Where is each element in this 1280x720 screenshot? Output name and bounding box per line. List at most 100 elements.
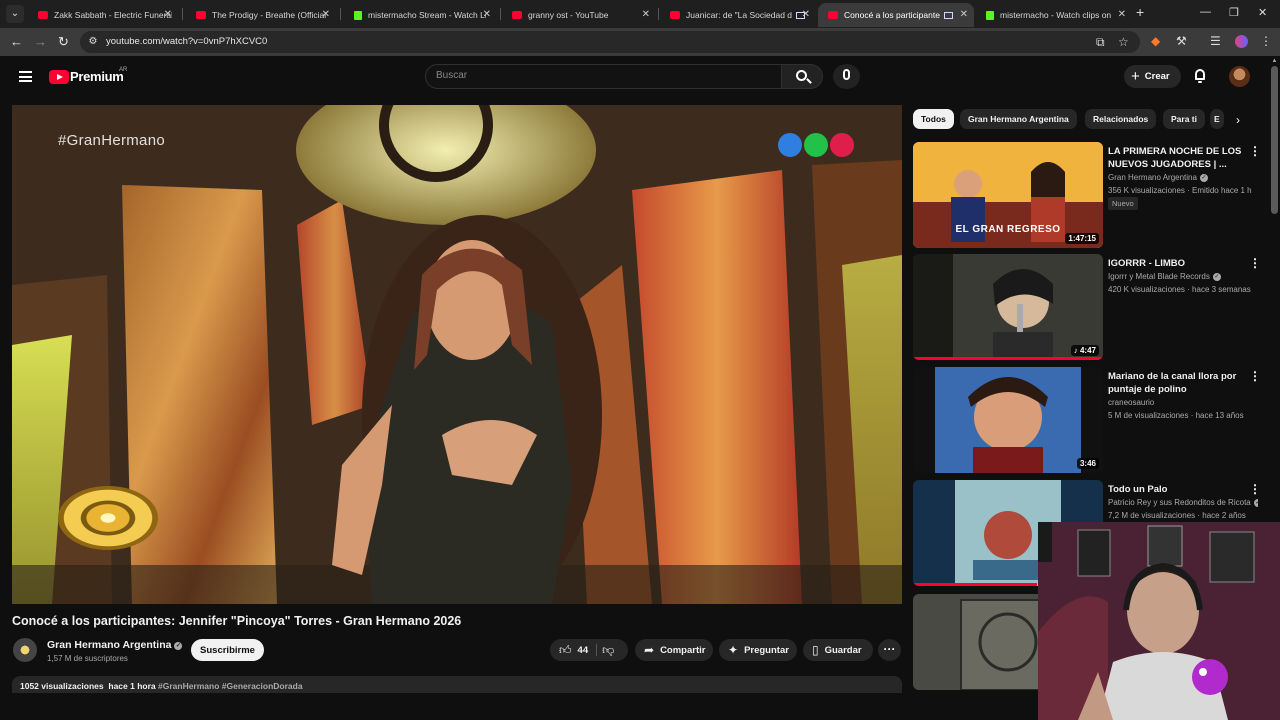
- brave-shield-icon[interactable]: ◆: [1151, 34, 1160, 48]
- scroll-up-arrow-icon[interactable]: ▲: [1271, 58, 1278, 64]
- channel-avatar[interactable]: [13, 638, 37, 662]
- search-icon: [796, 70, 807, 81]
- create-button[interactable]: + Crear: [1124, 65, 1181, 88]
- channel-name: Igorrr y Metal Blade Records: [1108, 272, 1210, 281]
- search-input[interactable]: [436, 70, 766, 81]
- video-thumbnail[interactable]: EL GRAN REGRESO 1:47:15: [913, 142, 1103, 248]
- kebab-menu-icon[interactable]: ⋮: [1249, 256, 1261, 270]
- search-box[interactable]: [425, 64, 782, 89]
- close-tab-icon[interactable]: ✕: [802, 9, 810, 20]
- kebab-menu-icon[interactable]: ⋮: [1249, 369, 1261, 383]
- recommendation-item[interactable]: EL GRAN REGRESO 1:47:15 LA PRIMERA NOCHE…: [913, 142, 1263, 248]
- channel-name-link[interactable]: Gran Hermano Argentina ✓: [47, 639, 183, 651]
- reading-list-icon[interactable]: ☰: [1210, 34, 1221, 48]
- youtube-favicon-icon: [670, 11, 680, 19]
- like-count[interactable]: 44: [578, 645, 589, 656]
- close-tab-icon[interactable]: ✕: [322, 9, 330, 20]
- recommendation-channel[interactable]: Gran Hermano Argentina ✓: [1108, 171, 1258, 184]
- recommendation-channel[interactable]: craneosaurio: [1108, 396, 1258, 409]
- ask-button[interactable]: ✦ Preguntar: [719, 639, 797, 661]
- tab-title: mistermacho - Watch clips on K: [1000, 10, 1112, 20]
- browser-tab[interactable]: granny ost - YouTube ✕: [502, 3, 656, 27]
- recommendation-meta: 356 K visualizaciones · Emitido hace 1 h: [1108, 186, 1252, 195]
- chip-partial[interactable]: E: [1210, 109, 1224, 129]
- save-label: Guardar: [824, 644, 862, 656]
- recommendation-channel[interactable]: Igorrr y Metal Blade Records ✓: [1108, 270, 1258, 283]
- hashtags[interactable]: #GranHermano #GeneracionDorada: [158, 681, 303, 691]
- subscribe-button[interactable]: Suscribirme: [191, 639, 264, 661]
- restore-window-icon[interactable]: ❐: [1229, 6, 1239, 19]
- hamburger-menu-icon[interactable]: [19, 71, 32, 82]
- page-scrollbar[interactable]: [1271, 66, 1278, 214]
- verified-check-icon: ✓: [1253, 499, 1258, 507]
- channel-name: Patricio Rey y sus Redonditos de Ricota: [1108, 498, 1251, 507]
- back-arrow-icon[interactable]: ←: [10, 34, 23, 49]
- notifications-bell-icon[interactable]: [1193, 69, 1207, 83]
- recommendation-title[interactable]: LA PRIMERA NOCHE DE LOS NUEVOS JUGADORES…: [1108, 145, 1248, 171]
- browser-tab[interactable]: Zakk Sabbath - Electric Funeral ✕: [28, 3, 178, 27]
- description-box[interactable]: 1052 visualizaciones hace 1 hora #GranHe…: [12, 676, 902, 693]
- close-tab-icon[interactable]: ✕: [960, 9, 968, 20]
- url-text[interactable]: youtube.com/watch?v=0vnP7hXCVC0: [106, 36, 267, 47]
- tab-title: granny ost - YouTube: [528, 10, 609, 20]
- site-info-icon[interactable]: ⚙: [86, 35, 100, 49]
- tab-title: Zakk Sabbath - Electric Funeral: [54, 10, 172, 20]
- media-playing-icon: [944, 11, 953, 19]
- cast-icon[interactable]: ⧉: [1096, 35, 1105, 50]
- browser-tab[interactable]: Juanicar: de "La Sociedad d ✕: [660, 3, 816, 27]
- reload-icon[interactable]: ↻: [58, 34, 69, 50]
- thumbs-down-icon[interactable]: 👎︎: [602, 643, 614, 658]
- browser-menu-icon[interactable]: ⋮: [1260, 34, 1272, 48]
- verified-check-icon: ✓: [174, 642, 183, 650]
- tab-search-button[interactable]: ⌄: [6, 5, 24, 23]
- extensions-icon[interactable]: ⚒: [1176, 34, 1187, 48]
- sparkle-icon: ✦: [728, 643, 739, 657]
- chip-gran-hermano-argentina[interactable]: Gran Hermano Argentina: [960, 109, 1077, 129]
- new-tab-button[interactable]: +: [1136, 4, 1144, 20]
- profile-avatar-icon[interactable]: [1235, 35, 1248, 48]
- close-tab-icon[interactable]: ✕: [1118, 9, 1126, 20]
- address-bar[interactable]: ⚙ youtube.com/watch?v=0vnP7hXCVC0 ⧉ ☆: [80, 31, 1140, 53]
- chip-all[interactable]: Todos: [913, 109, 954, 129]
- voice-search-button[interactable]: [833, 64, 860, 89]
- bookmark-star-icon[interactable]: ☆: [1118, 35, 1129, 49]
- recommendation-item[interactable]: 3:46 Mariano de la canal llora por punta…: [913, 367, 1263, 473]
- youtube-favicon-icon: [828, 11, 838, 19]
- browser-tab[interactable]: mistermacho Stream - Watch Li ✕: [344, 3, 497, 27]
- save-button[interactable]: ▯ Guardar: [803, 639, 873, 661]
- close-tab-icon[interactable]: ✕: [483, 9, 491, 20]
- chip-related[interactable]: Relacionados: [1085, 109, 1157, 129]
- kebab-menu-icon[interactable]: ⋮: [1249, 144, 1261, 158]
- thumbs-up-icon[interactable]: 👍︎: [559, 643, 572, 658]
- chip-for-you[interactable]: Para ti: [1163, 109, 1205, 129]
- browser-tab[interactable]: The Prodigy - Breathe (Official ✕: [186, 3, 336, 27]
- more-actions-icon[interactable]: ···: [878, 639, 901, 661]
- share-arrow-icon: ➦: [644, 643, 655, 657]
- close-tab-icon[interactable]: ✕: [164, 9, 172, 20]
- recommendation-item[interactable]: ♪ 4:47 IGORRR - LIMBO Igorrr y Metal Bla…: [913, 254, 1263, 360]
- recommendation-channel[interactable]: Patricio Rey y sus Redonditos de Ricota ✓: [1108, 496, 1258, 509]
- close-tab-icon[interactable]: ✕: [642, 9, 650, 20]
- kebab-menu-icon[interactable]: ⋮: [1249, 482, 1261, 496]
- browser-tab-active[interactable]: Conocé a los participantes ✕: [818, 3, 974, 27]
- youtube-logo-icon[interactable]: [49, 70, 69, 84]
- browser-tab[interactable]: mistermacho - Watch clips on K ✕: [976, 3, 1132, 27]
- channel-logo-dot-green: [804, 133, 828, 157]
- search-button[interactable]: [782, 64, 823, 89]
- recommendation-title[interactable]: Todo un Palo: [1108, 483, 1248, 496]
- video-thumbnail[interactable]: ♪ 4:47: [913, 254, 1103, 360]
- tab-title: Juanicar: de "La Sociedad d: [686, 10, 793, 20]
- close-window-icon[interactable]: ✕: [1258, 6, 1267, 19]
- video-thumbnail[interactable]: 3:46: [913, 367, 1103, 473]
- minimize-icon[interactable]: —: [1200, 6, 1211, 18]
- video-player[interactable]: #GranHermano: [12, 105, 902, 604]
- chevron-right-icon[interactable]: ›: [1236, 113, 1240, 127]
- share-button[interactable]: ➦ Compartir: [635, 639, 713, 661]
- account-avatar[interactable]: [1229, 66, 1250, 87]
- forward-arrow-icon[interactable]: →: [34, 34, 47, 49]
- view-count: 1052 visualizaciones: [20, 681, 104, 691]
- duration-badge: 3:46: [1076, 458, 1099, 469]
- recommendation-title[interactable]: Mariano de la canal llora por puntaje de…: [1108, 370, 1248, 396]
- premium-logo-text[interactable]: Premium: [70, 69, 124, 84]
- recommendation-title[interactable]: IGORRR - LIMBO: [1108, 257, 1248, 270]
